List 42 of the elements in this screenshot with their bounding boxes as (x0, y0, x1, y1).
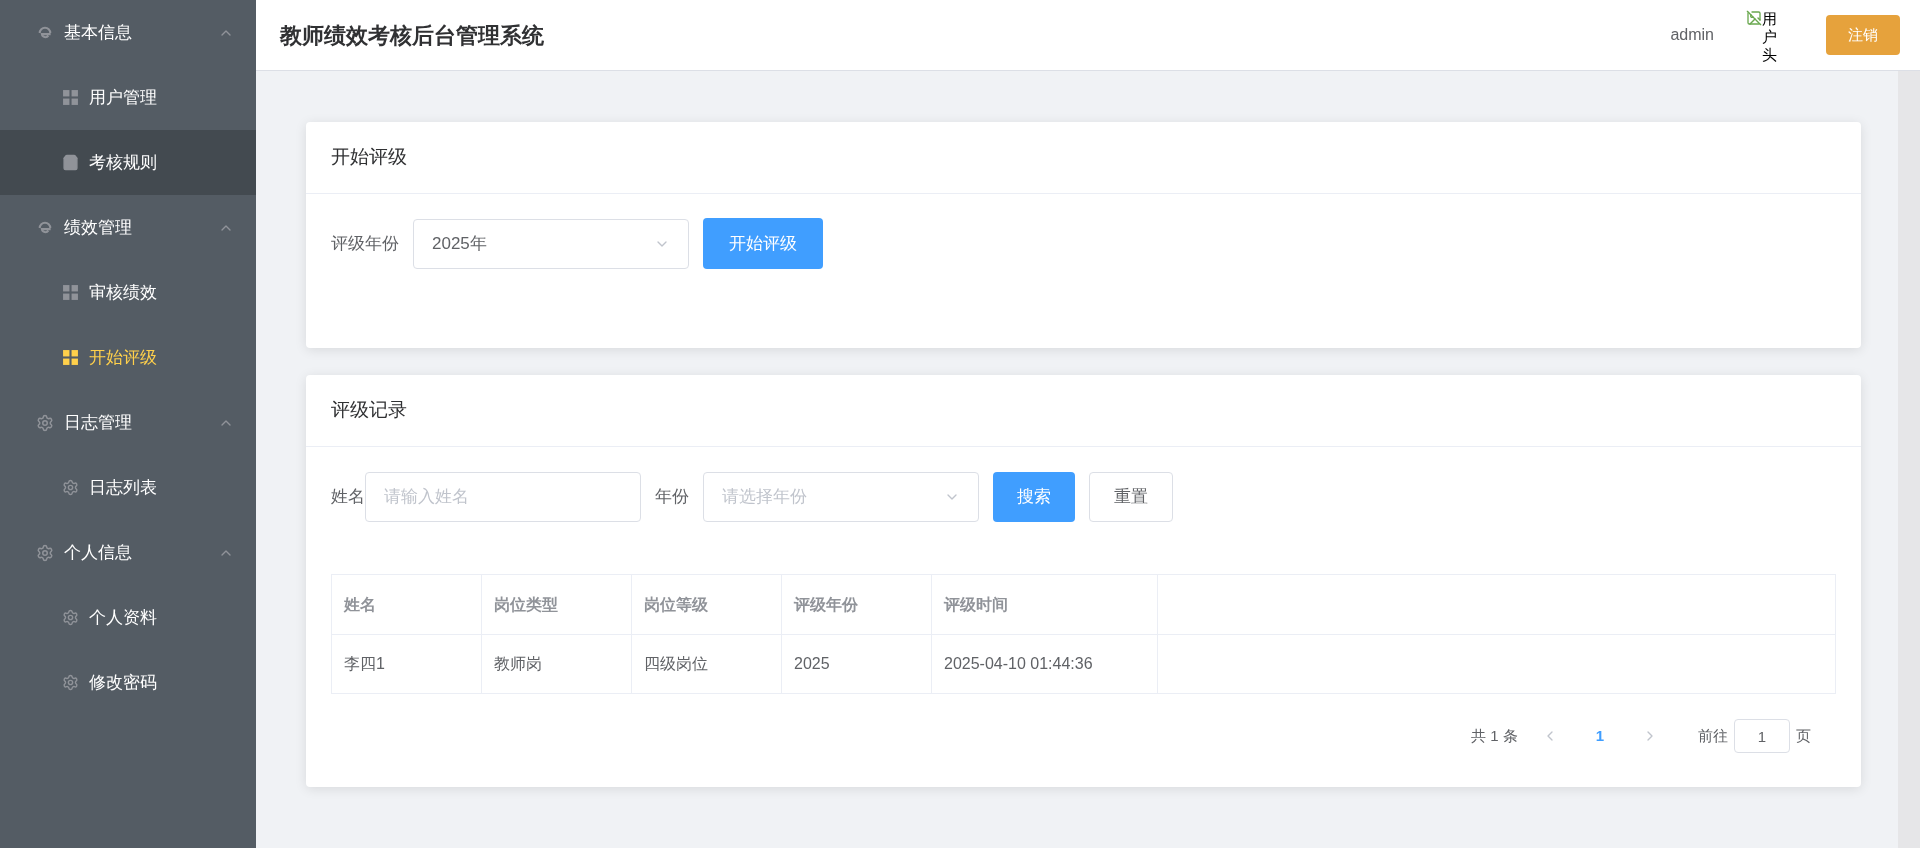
menu-group-label: 日志管理 (64, 411, 133, 434)
column-header: 岗位等级 (632, 575, 782, 634)
menu-group[interactable]: 绩效管理 (0, 195, 256, 260)
gear-icon (62, 479, 79, 496)
year-select[interactable]: 2025年 (413, 218, 689, 269)
grid-icon (62, 89, 79, 106)
card-title: 评级记录 (331, 398, 407, 423)
menu-group[interactable]: 日志管理 (0, 390, 256, 455)
username: admin (1670, 25, 1714, 45)
menu-group-label: 基本信息 (64, 21, 133, 44)
grid-icon (62, 349, 79, 366)
gear-icon (36, 543, 54, 562)
menu-group[interactable]: 个人信息 (0, 520, 256, 585)
menu-group-label: 个人信息 (64, 541, 133, 564)
field-label: 年份 (655, 486, 689, 509)
menu-item[interactable]: 考核规则 (0, 130, 256, 195)
total-count: 共 1 条 (1470, 725, 1518, 746)
field-label: 评级年份 (331, 232, 399, 255)
gear-icon (62, 609, 79, 626)
table-cell: 四级岗位 (632, 635, 782, 693)
app-title: 教师绩效考核后台管理系统 (280, 21, 545, 50)
name-input[interactable]: 请输入姓名 (365, 472, 641, 522)
grid-icon (62, 284, 79, 301)
column-header: 岗位类型 (482, 575, 632, 634)
column-header: 姓名 (332, 575, 482, 634)
avatar-broken-image: 用户头 (1746, 10, 1790, 60)
table-cell: 教师岗 (482, 635, 632, 693)
table-cell: 李四1 (332, 635, 482, 693)
page-suffix: 页 (1796, 725, 1811, 746)
table-cell: 2025-04-10 01:44:36 (932, 635, 1158, 693)
reset-button[interactable]: 重置 (1089, 472, 1173, 522)
page-input[interactable]: 1 (1734, 719, 1790, 753)
table-cell: 2025 (782, 635, 932, 693)
column-header: 评级年份 (782, 575, 932, 634)
gear-icon (36, 413, 54, 432)
menu-group[interactable]: 基本信息 (0, 0, 256, 65)
card-title: 开始评级 (331, 145, 407, 170)
column-header: 评级时间 (932, 575, 1158, 634)
menu-group-label: 绩效管理 (64, 216, 133, 239)
gear-icon (62, 674, 79, 691)
field-label: 姓名 (331, 486, 365, 509)
goto-label: 前往 (1698, 725, 1728, 746)
